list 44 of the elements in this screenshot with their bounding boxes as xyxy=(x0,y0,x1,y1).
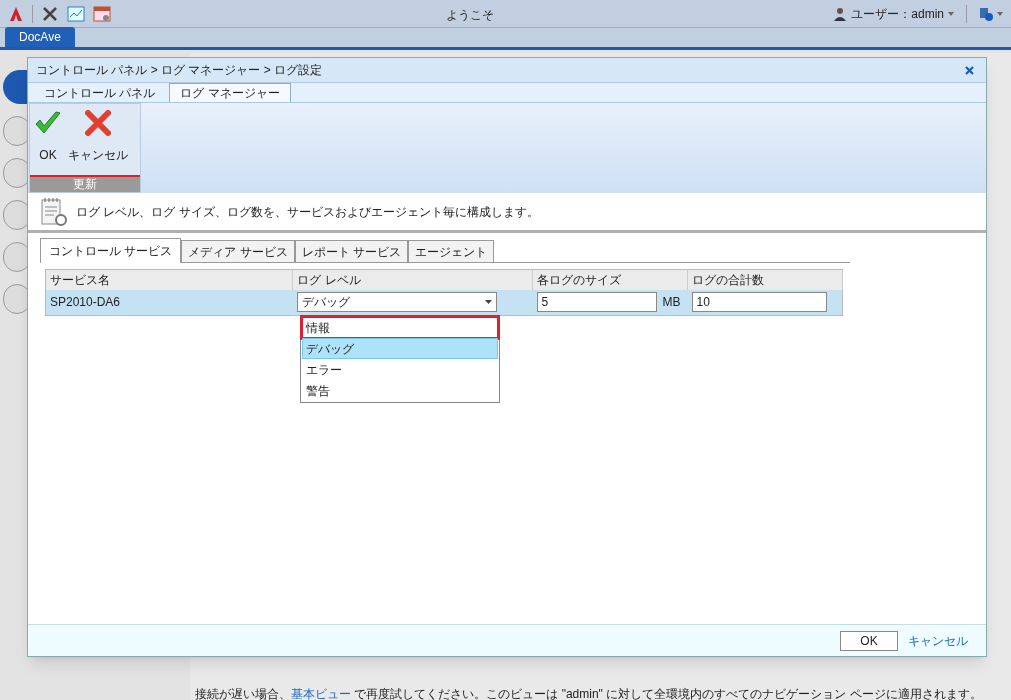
column-header: 各ログのサイズ xyxy=(532,269,688,290)
column-header: ログの合計数 xyxy=(687,269,843,290)
tab[interactable]: ログ マネージャー xyxy=(169,83,291,102)
notepad-gear-icon xyxy=(40,196,68,227)
ok-button[interactable]: OK xyxy=(840,630,898,651)
tab[interactable]: コントロール パネル xyxy=(34,83,166,102)
close-icon[interactable] xyxy=(965,65,974,75)
column-header: サービス名 xyxy=(45,269,293,290)
count-input[interactable]: 10 xyxy=(691,292,827,313)
dropdown-option[interactable]: エラー xyxy=(302,359,498,380)
page-title: ようこそ xyxy=(445,7,495,24)
dropdown-option[interactable]: 警告 xyxy=(302,380,498,401)
notice-text: 接続が遅い場合、基本ビュー で再度試してください。このビューは "admin" に対して全環境内のすべてのナビゲーション ページに適用されます。 xyxy=(195,686,982,700)
cross-icon xyxy=(85,110,111,136)
ok-button[interactable]: OK xyxy=(34,108,62,175)
tools-icon[interactable] xyxy=(41,4,59,23)
tab[interactable]: メディア サービス xyxy=(181,240,295,262)
dropdown-option[interactable]: デバッグ xyxy=(302,338,498,359)
size-input[interactable]: 5 xyxy=(536,292,657,313)
basic-view-link[interactable]: 基本ビュー xyxy=(291,687,351,700)
calendar-icon[interactable] xyxy=(93,4,111,23)
app-tab[interactable]: DocAve xyxy=(5,27,75,47)
tab[interactable]: エージェント xyxy=(408,240,495,262)
log-level-dropdown[interactable]: デバッグ xyxy=(296,292,497,313)
table-cell: SP2010-DA6 xyxy=(45,289,293,316)
tab[interactable]: コントロール サービス xyxy=(40,238,182,263)
description-text: ログ レベル、ログ サイズ、ログ数を、サービスおよびエージェント毎に構成します。 xyxy=(76,203,539,221)
caret-icon xyxy=(484,300,492,305)
breadcrumb: コントロール パネル > ログ マネージャー > ログ設定 xyxy=(36,62,323,79)
checkmark-icon xyxy=(34,110,62,136)
cancel-button[interactable]: キャンセル xyxy=(68,108,128,175)
unit-label: MB xyxy=(662,294,681,312)
ribbon-group-label: 更新 xyxy=(30,177,140,192)
help-icon[interactable] xyxy=(979,6,993,21)
tab[interactable]: レポート サービス xyxy=(294,240,409,262)
caret-icon[interactable] xyxy=(948,11,954,16)
chart-icon[interactable] xyxy=(67,4,85,23)
column-header: ログ レベル xyxy=(292,269,533,290)
caret-icon[interactable] xyxy=(997,11,1003,16)
user-menu[interactable]: ユーザー：admin xyxy=(851,4,944,23)
logo-icon[interactable] xyxy=(8,5,24,22)
dropdown-option[interactable]: 情報 xyxy=(302,317,498,338)
cancel-link[interactable]: キャンセル xyxy=(908,631,968,650)
user-icon xyxy=(833,6,848,21)
